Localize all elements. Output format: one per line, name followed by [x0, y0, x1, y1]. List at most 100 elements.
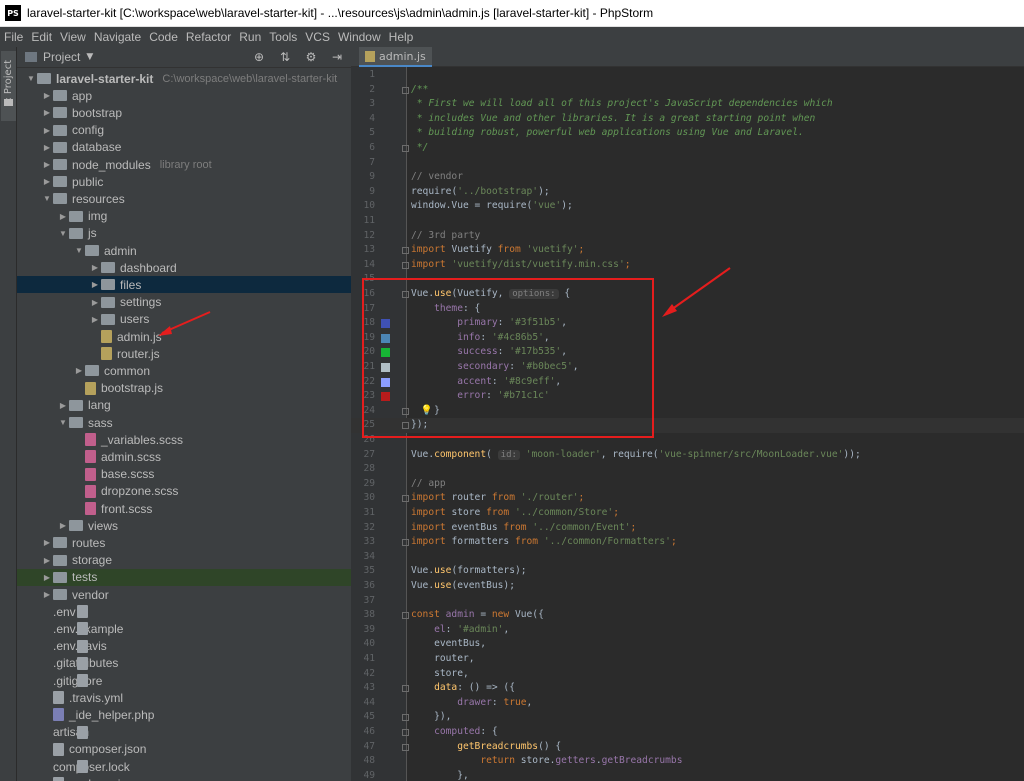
color-swatch[interactable] [381, 377, 390, 387]
code-line[interactable]: 28 [351, 462, 1024, 477]
tab-admin-js[interactable]: admin.js [359, 47, 432, 67]
fold-marker-icon[interactable] [402, 743, 409, 751]
code-line[interactable]: 48 return store.getters.getBreadcrumbs [351, 754, 1024, 769]
menu-view[interactable]: View [60, 30, 86, 44]
code-line[interactable]: 30 import router from './router'; [351, 491, 1024, 506]
tree-item[interactable]: ▶ node_modules library root [17, 156, 351, 173]
tree-item[interactable]: .env.travis [17, 638, 351, 655]
tree-item[interactable]: ▶ tests [17, 568, 351, 586]
fold-marker-icon[interactable] [402, 714, 409, 722]
tree-item[interactable]: composer.lock [17, 758, 351, 775]
code-line[interactable]: 11 [351, 214, 1024, 229]
fold-marker-icon[interactable] [402, 612, 409, 620]
chevron-right-icon[interactable]: ▶ [41, 573, 53, 582]
tree-item[interactable]: admin.scss [17, 448, 351, 465]
tree-item[interactable]: ▶ lang [17, 397, 351, 414]
code-line[interactable]: 1 [351, 68, 1024, 83]
code-line[interactable]: 10 window.Vue = require('vue'); [351, 199, 1024, 214]
chevron-right-icon[interactable]: ▶ [73, 366, 85, 375]
tree-item[interactable]: base.scss [17, 466, 351, 483]
menu-help[interactable]: Help [389, 30, 414, 44]
chevron-right-icon[interactable]: ▶ [41, 91, 53, 100]
chevron-right-icon[interactable]: ▶ [89, 263, 101, 272]
chevron-right-icon[interactable]: ▶ [41, 160, 53, 169]
code-line[interactable]: 16 Vue.use(Vuetify, options: { [351, 287, 1024, 302]
code-line[interactable]: 22 accent: '#8c9eff', [351, 375, 1024, 390]
tree-item[interactable]: ▶ dashboard [17, 259, 351, 276]
menu-window[interactable]: Window [338, 30, 381, 44]
tree-item[interactable]: .travis.yml [17, 689, 351, 706]
code-line[interactable]: 37 [351, 594, 1024, 609]
menu-file[interactable]: File [4, 30, 23, 44]
chevron-right-icon[interactable]: ▶ [57, 212, 69, 221]
tree-item[interactable]: _ide_helper.php [17, 706, 351, 723]
fold-marker-icon[interactable] [402, 685, 409, 693]
code-line[interactable]: 44 drawer: true, [351, 696, 1024, 711]
code-line[interactable]: 4 * includes Vue and other libraries. It… [351, 112, 1024, 127]
code-line[interactable]: 25}); [351, 418, 1024, 433]
code-line[interactable]: 36 Vue.use(eventBus); [351, 579, 1024, 594]
code-line[interactable]: 20 success: '#17b535', [351, 345, 1024, 360]
fold-marker-icon[interactable] [402, 539, 409, 547]
color-swatch[interactable] [381, 333, 390, 343]
chevron-down-icon[interactable]: ▼ [73, 246, 85, 255]
tree-item[interactable]: router.js [17, 345, 351, 362]
menu-code[interactable]: Code [149, 30, 178, 44]
code-line[interactable]: 41 router, [351, 652, 1024, 667]
code-line[interactable]: 27 Vue.component( id: 'moon-loader', requ… [351, 448, 1024, 463]
tree-item[interactable]: ▼ laravel-starter-kit C:\workspace\web\lar… [17, 70, 351, 87]
color-swatch[interactable] [381, 319, 390, 329]
tree-item[interactable]: artisan [17, 724, 351, 741]
color-swatch[interactable] [381, 348, 390, 358]
fold-marker-icon[interactable] [402, 407, 409, 415]
chevron-right-icon[interactable]: ▶ [41, 177, 53, 186]
code-area[interactable]: 1 2/** 3 * First we will load all of this … [351, 67, 1024, 781]
tree-item[interactable]: ▶ views [17, 517, 351, 534]
code-line[interactable]: 17 theme: { [351, 302, 1024, 317]
code-line[interactable]: 40 eventBus, [351, 637, 1024, 652]
chevron-right-icon[interactable]: ▶ [89, 315, 101, 324]
tree-item[interactable]: front.scss [17, 500, 351, 517]
code-line[interactable]: 34 [351, 550, 1024, 565]
code-line[interactable]: 21 secondary: '#b0bec5', [351, 360, 1024, 375]
code-line[interactable]: 19 info: '#4c86b5', [351, 331, 1024, 346]
tree-item[interactable]: ▶ common [17, 362, 351, 379]
code-line[interactable]: 47 getBreadcrumbs() { [351, 740, 1024, 755]
code-line[interactable]: 33 import formatters from '../common/Form… [351, 535, 1024, 550]
tree-item[interactable]: ▶ public [17, 173, 351, 190]
code-line[interactable]: 42 store, [351, 667, 1024, 682]
target-icon[interactable]: ⊕ [251, 50, 267, 65]
fold-marker-icon[interactable] [402, 261, 409, 269]
project-view-selector[interactable]: Project [43, 50, 80, 64]
hide-icon[interactable]: ⇥ [329, 50, 345, 65]
code-line[interactable]: 13 import Vuetify from 'vuetify'; [351, 243, 1024, 258]
code-line[interactable]: 35 Vue.use(formatters); [351, 564, 1024, 579]
chevron-right-icon[interactable]: ▶ [89, 298, 101, 307]
tree-item[interactable]: ▼ sass [17, 414, 351, 431]
tree-item[interactable]: .env [17, 603, 351, 620]
chevron-right-icon[interactable]: ▶ [57, 521, 69, 530]
code-line[interactable]: 46 computed: { [351, 725, 1024, 740]
tree-item[interactable]: dropzone.scss [17, 483, 351, 500]
menu-run[interactable]: Run [239, 30, 261, 44]
tree-item[interactable]: ▶ config [17, 122, 351, 139]
tree-item[interactable]: ▶ database [17, 139, 351, 156]
tree-item[interactable]: composer.json [17, 741, 351, 758]
chevron-right-icon[interactable]: ▶ [57, 401, 69, 410]
tree-item[interactable]: ▶ routes [17, 534, 351, 551]
code-line[interactable]: 5 * building robust, powerful web applic… [351, 126, 1024, 141]
fold-marker-icon[interactable] [402, 729, 409, 736]
fold-marker-icon[interactable] [402, 247, 409, 255]
menu-refactor[interactable]: Refactor [186, 30, 231, 44]
chevron-right-icon[interactable]: ▶ [41, 126, 53, 135]
tree-item[interactable]: ▶ app [17, 87, 351, 104]
code-line[interactable]: 26 [351, 433, 1024, 448]
code-line[interactable]: 32 import eventBus from '../common/Event'… [351, 521, 1024, 536]
fold-marker-icon[interactable] [402, 495, 409, 503]
fold-marker-icon[interactable] [402, 145, 409, 152]
menu-vcs[interactable]: VCS [305, 30, 330, 44]
code-line[interactable]: 3 * First we will load all of this proje… [351, 97, 1024, 112]
tree-item[interactable]: .gitignore [17, 672, 351, 689]
code-line[interactable]: 45 }), [351, 710, 1024, 725]
code-line[interactable]: 6 */ [351, 141, 1024, 156]
